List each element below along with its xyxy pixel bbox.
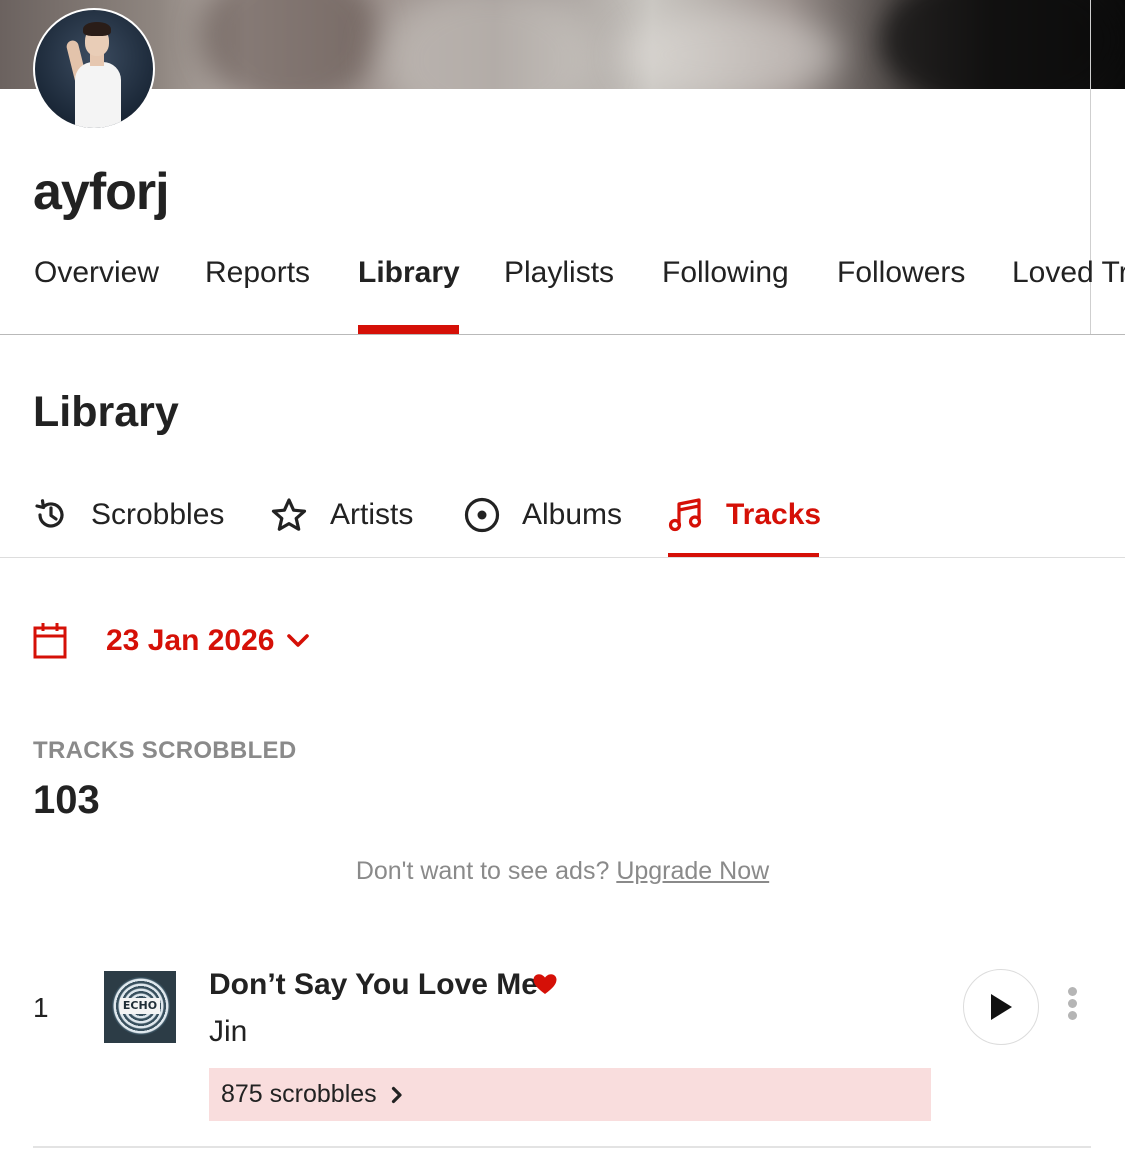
ad-upsell: Don't want to see ads? Upgrade Now [0,857,1125,886]
chevron-down-icon[interactable] [286,633,310,649]
more-options-button[interactable] [1060,987,1084,1027]
play-button[interactable] [963,969,1039,1045]
table-row: 1 ECHO Don’t Say You Love Me Jin 875 scr… [0,950,1125,1150]
tracks-scrobbled-count: 103 [33,778,100,822]
album-cover-logo: ECHO [120,998,160,1014]
date-range-picker[interactable]: 23 Jan 2026 [33,622,310,660]
tab-label: Scrobbles [91,498,225,531]
tabs-divider [0,557,1125,558]
row-divider [33,1146,1091,1148]
play-icon [991,994,1012,1020]
nav-item-loved-tracks[interactable]: Loved Tr [1012,256,1125,290]
music-note-icon [668,498,702,532]
nav-item-reports[interactable]: Reports [205,256,310,290]
ad-text: Don't want to see ads? [355,857,610,885]
library-tabs: Scrobbles Artists Albums Tracks [0,485,1125,560]
tab-label: Albums [522,498,623,531]
avatar[interactable] [33,8,155,130]
track-title[interactable]: Don’t Say You Love Me [209,968,538,1002]
tab-label: Tracks [726,498,822,531]
disc-icon [464,497,500,533]
nav-item-following[interactable]: Following [662,256,789,290]
chevron-right-icon [391,1086,402,1103]
track-rank: 1 [33,992,49,1023]
tab-label: Artists [330,498,414,531]
profile-header-banner [0,0,1125,89]
profile-username: ayforj [33,163,170,221]
tracks-scrobbled-label: TRACKS SCROBBLED [33,737,297,764]
heart-icon[interactable] [532,973,558,995]
tab-tracks[interactable]: Tracks [668,485,821,545]
star-icon [271,498,307,531]
tab-albums[interactable]: Albums [464,485,622,545]
profile-nav: Overview Reports Library Playlists Follo… [0,240,1125,336]
album-cover[interactable]: ECHO [104,971,176,1043]
tab-artists[interactable]: Artists [270,485,413,545]
selected-date[interactable]: 23 Jan 2026 [106,624,274,658]
tab-scrobbles[interactable]: Scrobbles [33,485,224,545]
nav-item-playlists[interactable]: Playlists [504,256,614,290]
track-artist[interactable]: Jin [209,1015,247,1049]
calendar-icon [33,623,67,659]
nav-item-overview[interactable]: Overview [34,256,159,290]
nav-divider [0,334,1125,335]
history-icon [35,499,64,528]
nav-item-library[interactable]: Library [358,256,460,290]
upgrade-now-link[interactable]: Upgrade Now [616,857,769,885]
nav-item-followers[interactable]: Followers [837,256,965,290]
scrobble-count: 875 scrobbles [221,1080,377,1108]
page-title: Library [33,388,179,436]
scrobble-count-bar[interactable]: 875 scrobbles [209,1068,931,1121]
